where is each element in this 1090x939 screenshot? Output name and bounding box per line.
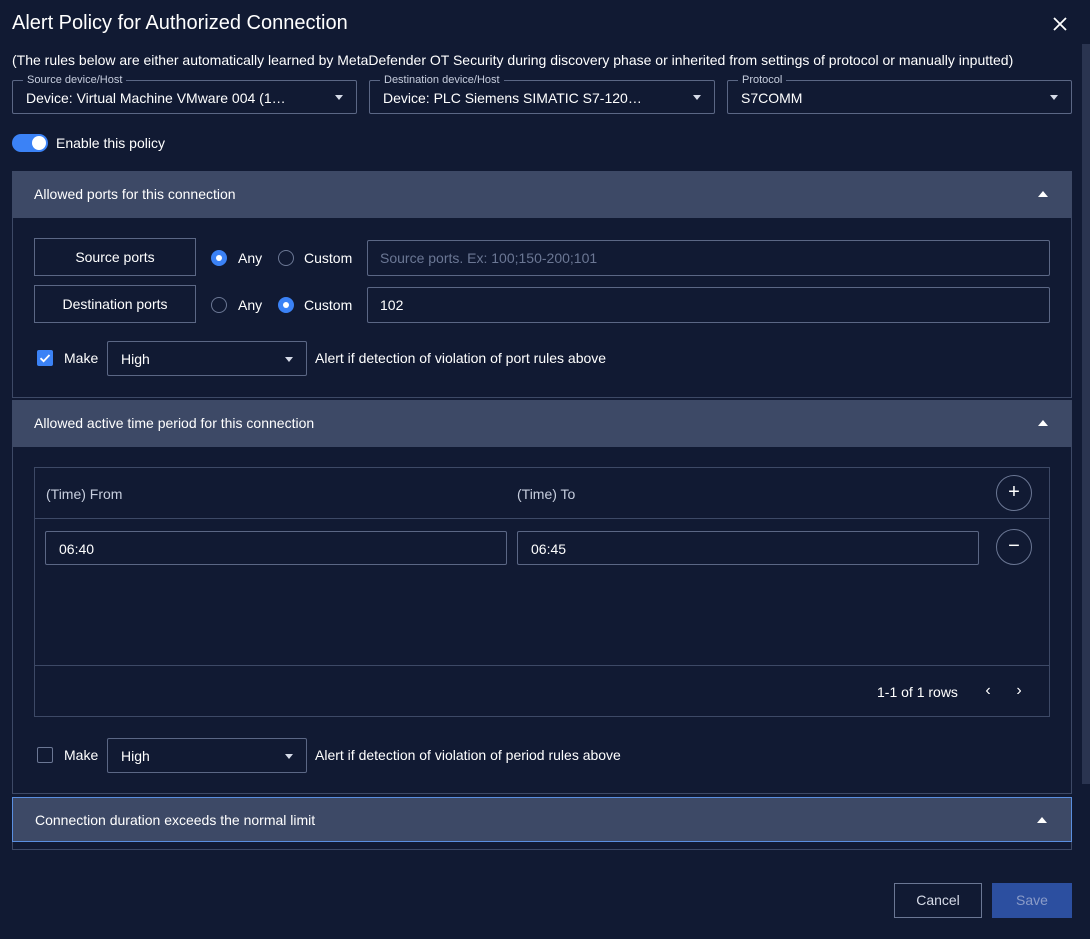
scrollbar[interactable] (1082, 44, 1090, 784)
checkmark-icon (39, 354, 51, 363)
chevron-down-icon (285, 357, 293, 362)
destination-device-select[interactable]: Destination device/Host Device: PLC Siem… (369, 73, 715, 114)
source-device-select[interactable]: Source device/Host Device: Virtual Machi… (12, 73, 357, 114)
ports-section-title: Allowed ports for this connection (34, 186, 236, 202)
period-make-label: Make (64, 747, 99, 763)
port-severity-select[interactable]: High (107, 341, 307, 376)
dialog-title: Alert Policy for Authorized Connection (12, 12, 348, 34)
pagination-info: 1-1 of 1 rows (877, 684, 958, 700)
cancel-button[interactable]: Cancel (894, 883, 982, 918)
toggle-knob (32, 136, 46, 150)
dest-custom-label: Custom (304, 297, 353, 313)
close-icon[interactable] (1048, 12, 1072, 36)
time-section-header[interactable]: Allowed active time period for this conn… (12, 400, 1072, 447)
destination-device-value: Device: PLC Siemens SIMATIC S7-120… (383, 90, 642, 106)
enable-policy-toggle[interactable] (12, 134, 48, 152)
time-from-input[interactable]: 06:40 (45, 531, 507, 565)
period-severity-select[interactable]: High (107, 738, 307, 773)
chevron-down-icon (1050, 95, 1058, 100)
port-alert-checkbox[interactable] (37, 350, 53, 366)
source-any-label: Any (238, 250, 263, 266)
minus-icon[interactable]: − (996, 529, 1032, 565)
duration-section-body (12, 842, 1072, 850)
protocol-select[interactable]: Protocol S7COMM (727, 73, 1072, 114)
source-custom-radio[interactable] (278, 250, 294, 266)
chevron-down-icon (285, 754, 293, 759)
plus-icon[interactable]: + (996, 475, 1032, 511)
ports-section-header[interactable]: Allowed ports for this connection (12, 171, 1072, 218)
chevron-down-icon (335, 95, 343, 100)
source-ports-label: Source ports (34, 238, 196, 276)
col-time-from: (Time) From (46, 486, 123, 502)
source-custom-label: Custom (304, 250, 353, 266)
protocol-legend: Protocol (738, 73, 787, 87)
source-ports-input[interactable]: Source ports. Ex: 100;150-200;101 (367, 240, 1050, 276)
period-alert-checkbox[interactable] (37, 747, 53, 763)
port-make-label: Make (64, 350, 99, 366)
col-time-to: (Time) To (517, 486, 576, 502)
collapse-arrow-icon[interactable] (1038, 420, 1048, 426)
destination-ports-input[interactable]: 102 (367, 287, 1050, 323)
chevron-left-icon[interactable]: ‹ (979, 682, 997, 700)
source-device-legend: Source device/Host (23, 73, 127, 87)
chevron-right-icon[interactable]: › (1010, 682, 1028, 700)
time-to-input[interactable]: 06:45 (517, 531, 979, 565)
destination-ports-label: Destination ports (34, 285, 196, 323)
enable-policy-label: Enable this policy (56, 135, 165, 151)
duration-section-header[interactable]: Connection duration exceeds the normal l… (12, 797, 1072, 842)
period-alert-text: Alert if detection of violation of perio… (315, 747, 621, 763)
destination-device-legend: Destination device/Host (380, 73, 504, 87)
dest-any-radio[interactable] (211, 297, 227, 313)
port-alert-text: Alert if detection of violation of port … (315, 350, 607, 366)
source-any-radio[interactable] (211, 250, 227, 266)
port-severity-value: High (121, 351, 150, 367)
collapse-arrow-icon[interactable] (1038, 191, 1048, 197)
dest-custom-radio[interactable] (278, 297, 294, 313)
dialog-subtitle: (The rules below are either automaticall… (12, 52, 1014, 68)
collapse-arrow-icon[interactable] (1037, 817, 1047, 823)
protocol-value: S7COMM (741, 90, 803, 106)
duration-section-title: Connection duration exceeds the normal l… (35, 812, 316, 828)
period-severity-value: High (121, 748, 150, 764)
time-section-title: Allowed active time period for this conn… (34, 415, 315, 431)
chevron-down-icon (693, 95, 701, 100)
time-table: (Time) From (Time) To + 06:40 06:45 − 1-… (34, 467, 1050, 717)
header-divider (35, 518, 1049, 519)
dest-any-label: Any (238, 297, 263, 313)
save-button[interactable]: Save (992, 883, 1072, 918)
source-device-value: Device: Virtual Machine VMware 004 (1… (26, 90, 286, 106)
footer-divider (35, 665, 1049, 666)
